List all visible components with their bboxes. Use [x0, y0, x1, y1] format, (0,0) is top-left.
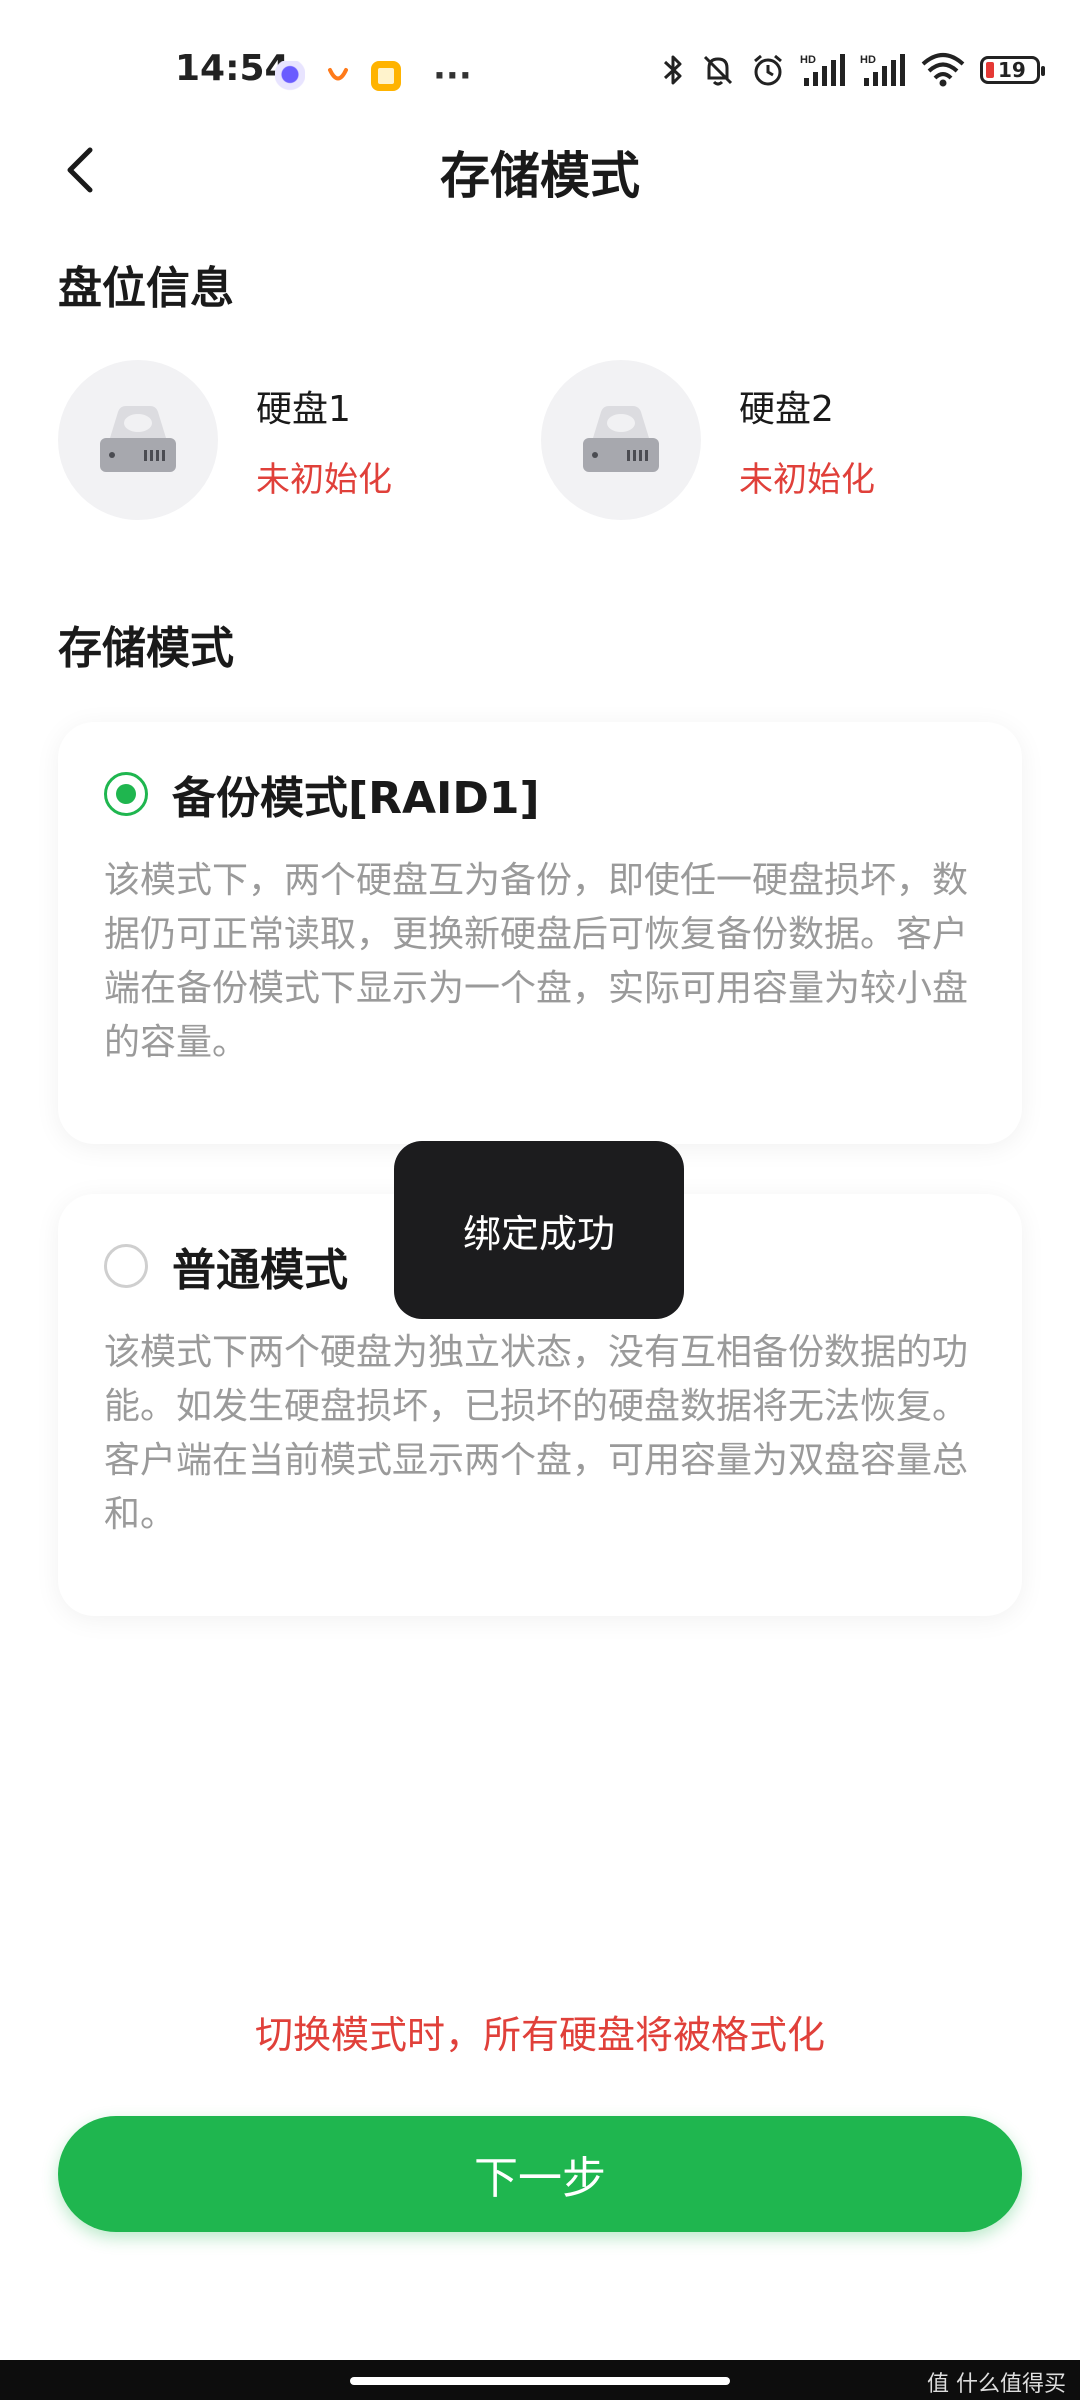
svg-text:HD: HD — [800, 54, 816, 66]
page-title: 存储模式 — [440, 147, 640, 205]
hard-drive-icon — [583, 406, 659, 472]
signal-hd-icon: HD — [860, 54, 905, 86]
wifi-icon — [921, 53, 965, 87]
disk-status: 未初始化 — [256, 459, 392, 500]
toast-message: 绑定成功 — [394, 1141, 684, 1319]
battery-icon: 19 — [980, 56, 1045, 84]
disk-item: 硬盘2 未初始化 — [541, 360, 875, 520]
disk-name: 硬盘2 — [739, 388, 834, 430]
app-notification-icon — [371, 61, 401, 91]
watermark: 值 什么值得买 — [927, 2372, 1066, 2397]
status-notification-icons: ··· — [275, 56, 472, 96]
mode-option-description: 该模式下，两个硬盘互为备份，即使任一硬盘损坏，数据仍可正常读取，更换新硬盘后可恢… — [104, 860, 969, 1063]
mode-option-title: 普通模式 — [172, 1245, 348, 1296]
status-system-icons: HD HD 19 — [660, 52, 1045, 88]
app-notification-icon — [275, 61, 305, 91]
disk-info-title: 盘位信息 — [58, 263, 234, 314]
status-time: 14:54 — [175, 48, 290, 89]
mode-option-title: 备份模式[RAID1] — [172, 773, 540, 824]
app-notification-icon — [325, 61, 351, 91]
bell-muted-icon — [703, 55, 733, 86]
bluetooth-icon — [663, 55, 682, 85]
header: 存储模式 — [0, 120, 1080, 220]
mode-option-description: 该模式下两个硬盘为独立状态，没有互相备份数据的功能。如发生硬盘损坏，已损坏的硬盘… — [104, 1332, 969, 1535]
radio-unselected[interactable] — [104, 1244, 148, 1288]
home-indicator[interactable] — [350, 2377, 730, 2385]
mode-option-raid1[interactable]: 备份模式[RAID1] 该模式下，两个硬盘互为备份，即使任一硬盘损坏，数据仍可正… — [58, 722, 1022, 1144]
navigation-bar: 值 什么值得买 — [0, 2360, 1080, 2400]
storage-mode-title: 存储模式 — [58, 623, 234, 674]
more-notifications-icon: ··· — [433, 56, 472, 96]
format-warning: 切换模式时，所有硬盘将被格式化 — [254, 2013, 825, 2057]
next-button[interactable]: 下一步 — [58, 2116, 1022, 2232]
hard-drive-icon — [100, 406, 176, 472]
status-bar: 14:54 ··· HD HD 19 — [0, 0, 1080, 140]
disk-icon-container — [541, 360, 701, 520]
radio-selected[interactable] — [104, 772, 148, 816]
disk-icon-container — [58, 360, 218, 520]
alarm-icon — [754, 54, 782, 86]
disk-item: 硬盘1 未初始化 — [58, 360, 392, 520]
battery-level: 19 — [998, 58, 1026, 82]
disk-status: 未初始化 — [739, 459, 875, 500]
svg-text:HD: HD — [860, 54, 876, 66]
disk-name: 硬盘1 — [256, 388, 351, 430]
signal-hd-icon: HD — [800, 54, 845, 86]
